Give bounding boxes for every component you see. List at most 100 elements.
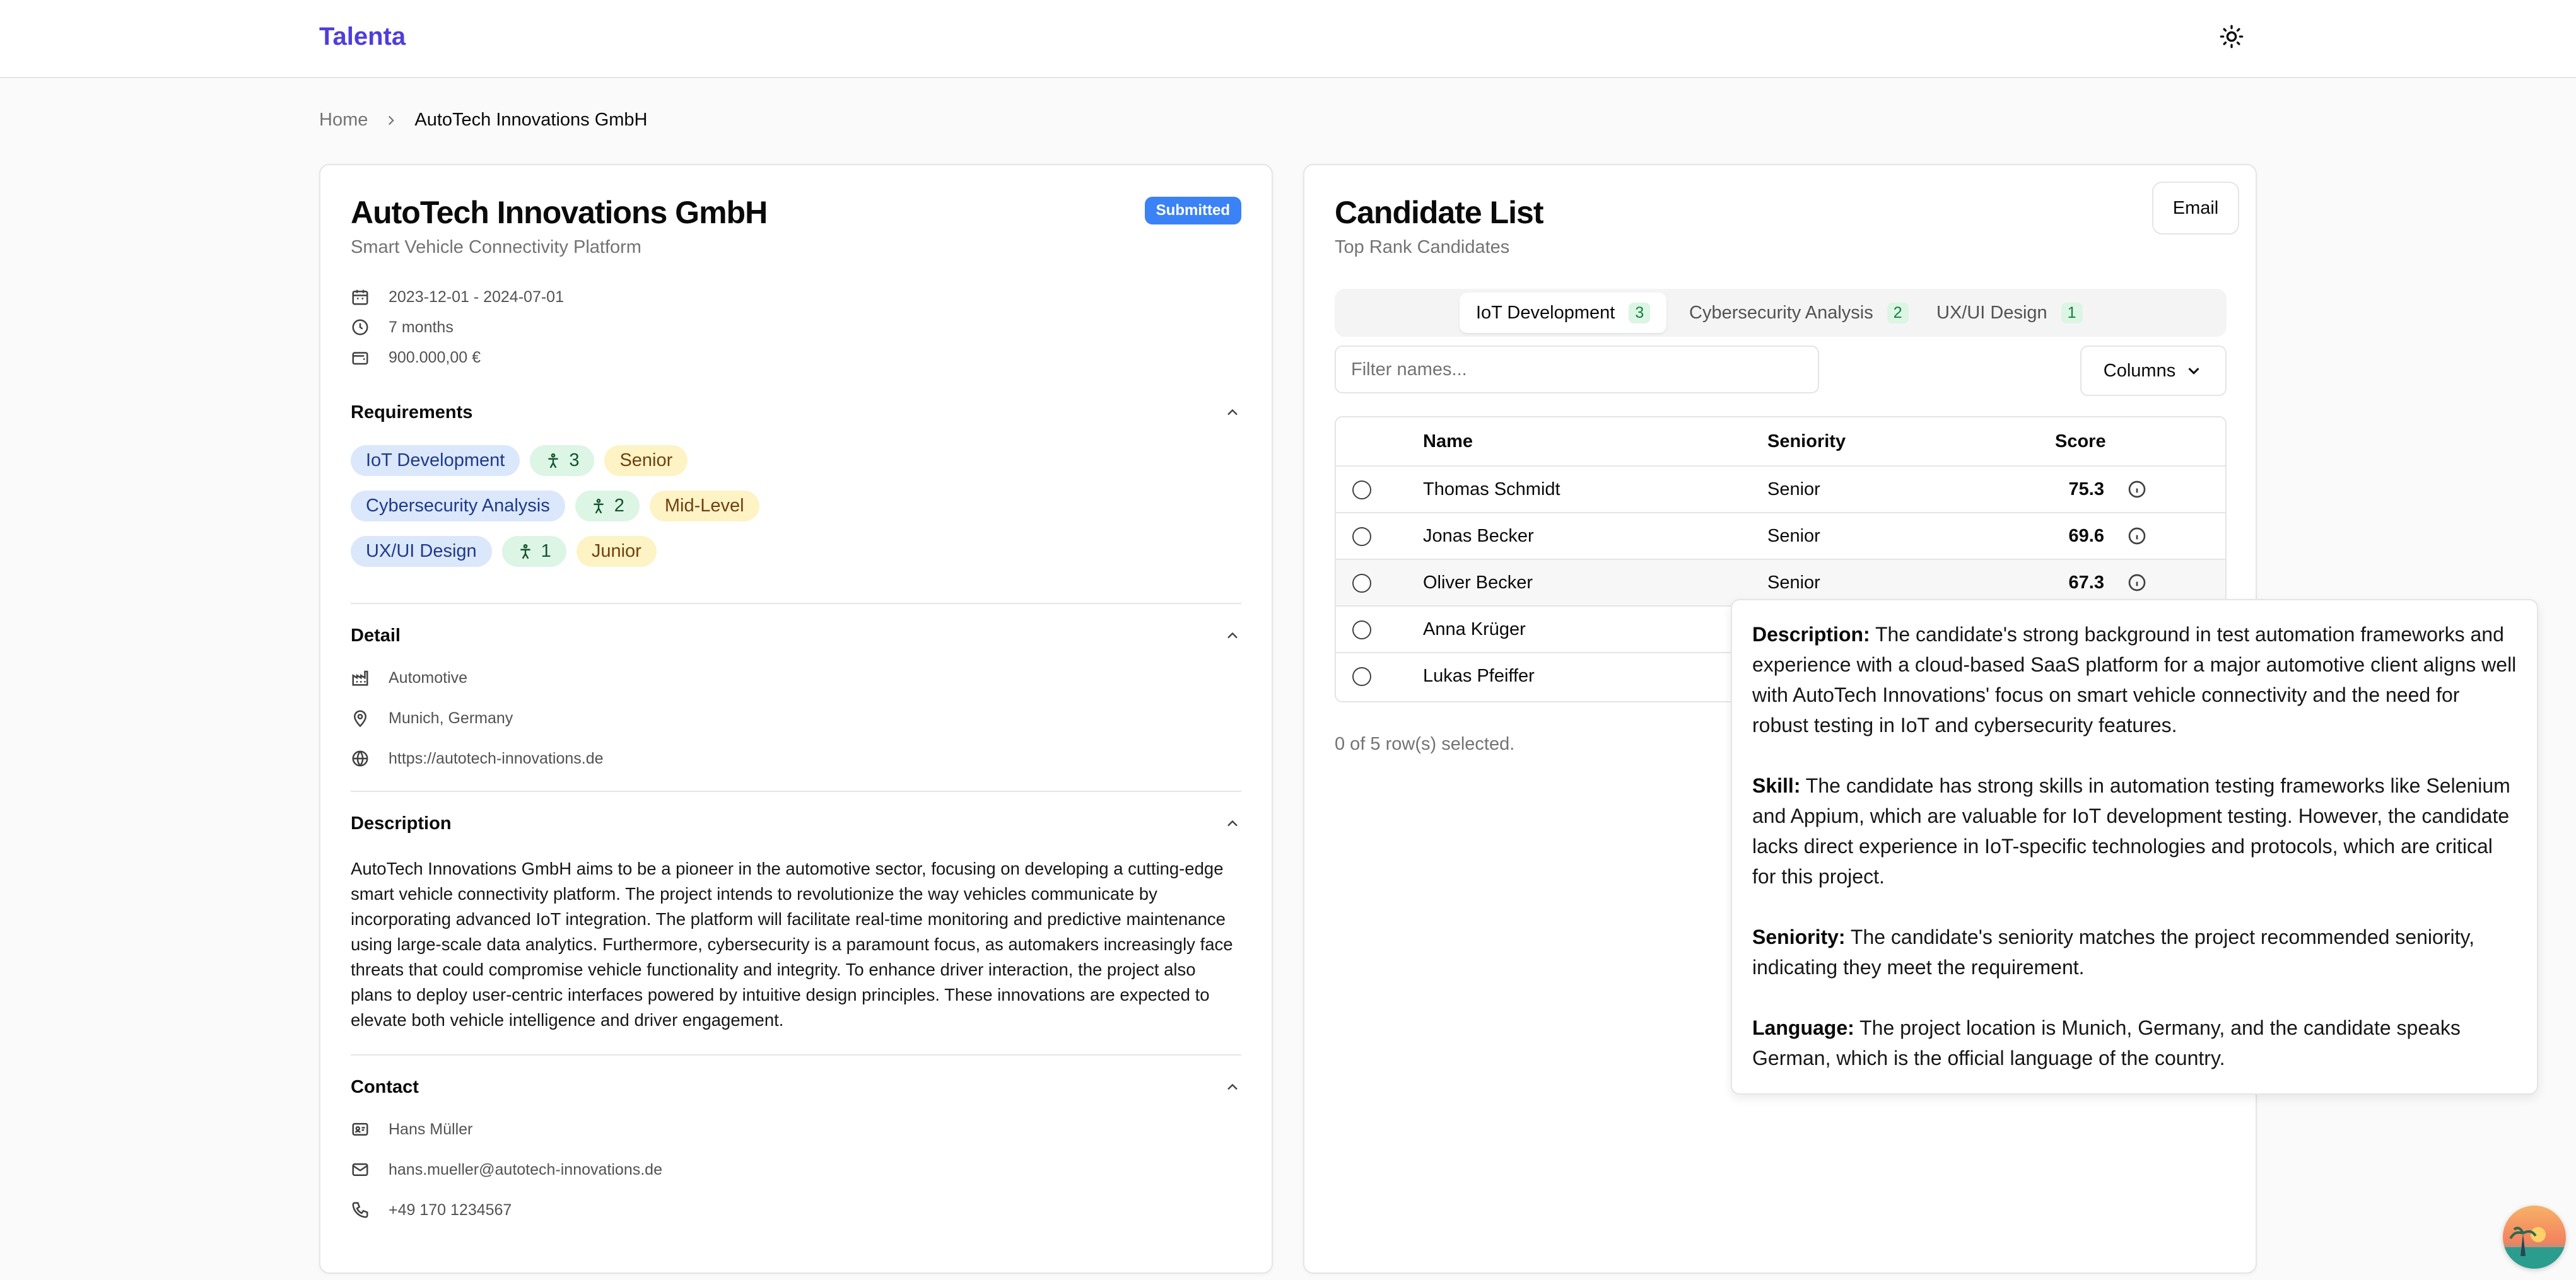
header-score[interactable]: Score — [2055, 431, 2106, 452]
chevron-right-icon — [389, 115, 395, 125]
candidate-seniority: Senior — [1767, 479, 1820, 499]
tooltip-language: Language: The project location is Munich… — [1752, 1016, 2461, 1069]
breadcrumb-home[interactable]: Home — [319, 110, 368, 131]
detail-title: Detail — [351, 625, 401, 646]
row-checkbox[interactable] — [1352, 527, 1371, 546]
contact-card-icon — [352, 1123, 368, 1136]
contact-phone-link[interactable]: +49 170 1234567 — [389, 1201, 512, 1219]
breadcrumb-current: AutoTech Innovations GmbH — [414, 110, 648, 130]
candidate-name: Lukas Pfeiffer — [1423, 666, 1535, 686]
requirement-skill: UX/UI Design — [351, 536, 492, 567]
divider — [351, 603, 1241, 604]
project-duration: 7 months — [351, 318, 454, 337]
tooltip-skill: Skill: The candidate has strong skills i… — [1752, 774, 2510, 888]
project-title: AutoTech Innovations GmbH — [351, 195, 768, 230]
columns-button[interactable]: Columns — [2080, 346, 2227, 396]
project-dates-text: 2023-12-01 - 2024-07-01 — [389, 288, 564, 306]
email-button[interactable]: Email — [2152, 182, 2239, 235]
table-header: Name Seniority Score — [1336, 417, 2225, 467]
description-title: Description — [351, 813, 452, 834]
contact-title: Contact — [351, 1077, 419, 1097]
tab-iot-development[interactable]: IoT Development 3 — [1460, 293, 1667, 333]
skill-tabs: IoT Development 3 Cybersecurity Analysis… — [1335, 289, 2227, 337]
requirement-level: Junior — [576, 536, 657, 567]
factory-icon — [352, 670, 368, 686]
project-budget-text: 900.000,00 € — [389, 348, 481, 366]
contact-phone: +49 170 1234567 — [351, 1201, 512, 1219]
chevron-up-icon[interactable] — [1224, 627, 1241, 644]
website-link[interactable]: https://autotech-innovations.de — [389, 750, 604, 768]
tab-count: 2 — [1887, 302, 1909, 323]
wallet-icon — [352, 352, 368, 365]
row-checkbox[interactable] — [1352, 620, 1371, 639]
header-seniority[interactable]: Seniority — [1767, 431, 1846, 452]
project-duration-text: 7 months — [389, 318, 454, 336]
requirement-count: 3 — [530, 445, 595, 476]
candidate-name: Jonas Becker — [1423, 526, 1534, 546]
candidate-score: 69.6 — [2068, 526, 2104, 546]
person-icon — [548, 453, 558, 468]
info-icon[interactable] — [2127, 479, 2147, 499]
requirement-count: 1 — [501, 536, 566, 567]
candidate-list-subtitle: Top Rank Candidates — [1335, 237, 1510, 257]
requirement-row: UX/UI Design 1 Junior — [351, 536, 657, 567]
tab-count: 1 — [2061, 302, 2083, 323]
row-checkbox[interactable] — [1352, 574, 1371, 593]
candidate-name: Thomas Schmidt — [1423, 479, 1560, 499]
tab-cybersecurity-analysis[interactable]: Cybersecurity Analysis 2 — [1673, 293, 1925, 333]
selection-count: 0 of 5 row(s) selected. — [1335, 734, 1515, 754]
table-row[interactable]: Thomas Schmidt Senior 75.3 — [1336, 467, 2225, 513]
requirements-title: Requirements — [351, 402, 473, 422]
brand-logo[interactable]: Talenta — [319, 23, 406, 51]
tab-ux-ui-design[interactable]: UX/UI Design 1 — [1920, 293, 2099, 333]
table-row[interactable]: Jonas Becker Senior 69.6 — [1336, 513, 2225, 560]
candidate-seniority: Senior — [1767, 526, 1820, 546]
top-bar: Talenta — [0, 0, 2576, 78]
requirement-row: Cybersecurity Analysis 2 Mid-Level — [351, 491, 759, 521]
chevron-up-icon[interactable] — [1224, 815, 1241, 832]
score-tooltip: Description: The candidate's strong back… — [1731, 599, 2538, 1095]
requirement-row: IoT Development 3 Senior — [351, 445, 688, 476]
chevron-down-icon — [2188, 368, 2199, 375]
divider — [351, 1054, 1241, 1056]
candidate-score: 67.3 — [2068, 573, 2104, 593]
person-icon — [520, 544, 530, 559]
phone-icon — [352, 1202, 368, 1218]
divider — [351, 791, 1241, 792]
filter-names-input[interactable] — [1335, 346, 1819, 393]
tooltip-seniority: Seniority: The candidate's seniority mat… — [1752, 926, 2474, 979]
row-checkbox[interactable] — [1352, 480, 1371, 499]
sun-icon[interactable] — [2219, 24, 2244, 49]
info-icon[interactable] — [2127, 526, 2147, 546]
description-text: AutoTech Innovations GmbH aims to be a p… — [351, 859, 1233, 1030]
project-dates: 2023-12-01 - 2024-07-01 — [351, 288, 564, 306]
globe-icon — [352, 750, 368, 767]
info-icon[interactable] — [2127, 573, 2147, 593]
candidate-name: Oliver Becker — [1423, 573, 1533, 593]
clock-icon — [352, 319, 368, 335]
avatar[interactable] — [2503, 1206, 2566, 1269]
project-subtitle: Smart Vehicle Connectivity Platform — [351, 237, 641, 257]
candidate-score: 75.3 — [2068, 479, 2104, 499]
contact-email-link[interactable]: hans.mueller@autotech-innovations.de — [389, 1161, 662, 1179]
status-badge: Submitted — [1144, 197, 1241, 224]
project-budget: 900.000,00 € — [351, 348, 481, 367]
requirement-level: Senior — [604, 445, 688, 476]
map-pin-icon — [353, 710, 367, 728]
requirement-skill: Cybersecurity Analysis — [351, 491, 565, 521]
detail-industry: Automotive — [351, 668, 467, 687]
header-name[interactable]: Name — [1423, 431, 1473, 452]
project-card: AutoTech Innovations GmbH Smart Vehicle … — [319, 164, 1273, 1274]
person-icon — [594, 498, 604, 513]
candidate-list-title: Candidate List — [1335, 195, 1543, 230]
requirement-skill: IoT Development — [351, 445, 520, 476]
row-checkbox[interactable] — [1352, 667, 1371, 686]
requirement-level: Mid-Level — [649, 491, 759, 521]
candidate-seniority: Senior — [1767, 573, 1820, 593]
calendar-icon — [352, 289, 368, 305]
chevron-up-icon[interactable] — [1224, 404, 1241, 421]
tooltip-description: Description: The candidate's strong back… — [1752, 623, 2517, 736]
chevron-up-icon[interactable] — [1224, 1078, 1241, 1096]
tab-count: 3 — [1629, 302, 1651, 323]
detail-location: Munich, Germany — [351, 709, 513, 728]
